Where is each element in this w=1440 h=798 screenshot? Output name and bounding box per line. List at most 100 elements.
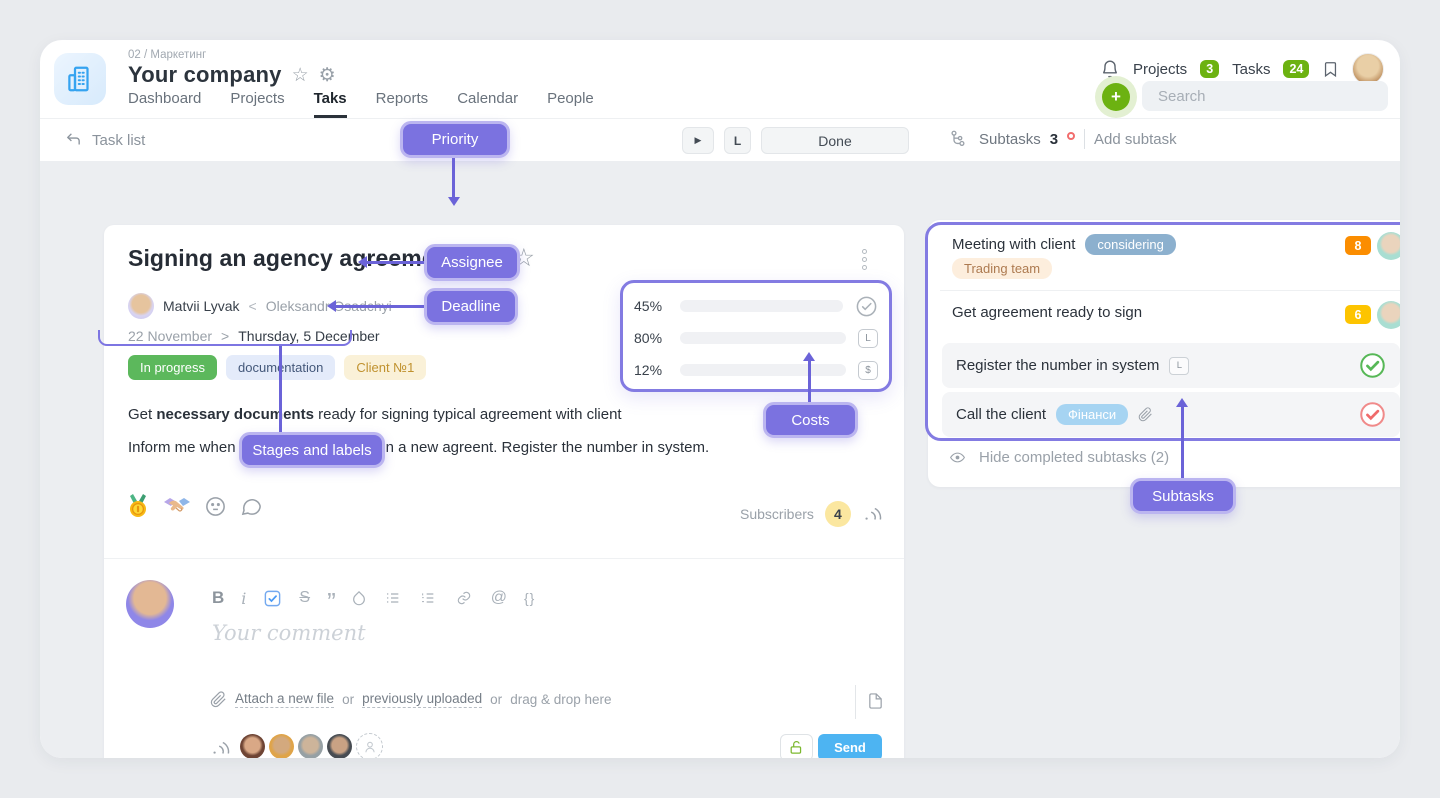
- add-new-button[interactable]: +: [1102, 83, 1130, 111]
- handshake-emoji-reaction[interactable]: [163, 495, 191, 517]
- format-toolbar: B i S ”: [212, 587, 535, 609]
- subtask-title[interactable]: Get agreement ready to sign: [952, 304, 1142, 321]
- subtask-title[interactable]: Meeting with client: [952, 236, 1075, 253]
- subtask-title[interactable]: Call the client: [956, 406, 1046, 423]
- quote-button[interactable]: ”: [327, 597, 334, 607]
- member-avatar[interactable]: [269, 734, 294, 758]
- previously-uploaded-link[interactable]: previously uploaded: [362, 691, 482, 708]
- file-icon[interactable]: [867, 691, 884, 711]
- subtask-avatar[interactable]: [1377, 232, 1400, 260]
- subscribers-label[interactable]: Subscribers: [740, 506, 814, 522]
- notify-sound-icon[interactable]: [862, 503, 884, 525]
- code-button[interactable]: {}: [524, 590, 535, 606]
- subtasks-label[interactable]: Subtasks: [979, 131, 1041, 148]
- medal-emoji-reaction[interactable]: [126, 493, 150, 519]
- member-avatar[interactable]: [298, 734, 323, 758]
- subtask-row-completed[interactable]: Register the number in system L: [942, 343, 1400, 388]
- nav-tasks[interactable]: Taks: [314, 90, 347, 118]
- member-avatar[interactable]: [327, 734, 352, 758]
- time-icon[interactable]: L: [1169, 357, 1189, 375]
- subtask-row-completed[interactable]: Call the client Фінанси: [942, 392, 1400, 437]
- projects-counter-label[interactable]: Projects: [1133, 61, 1187, 78]
- completed-check-icon[interactable]: [1359, 352, 1386, 379]
- assignee-name[interactable]: Matvii Lyvak: [163, 298, 240, 314]
- company-logo[interactable]: [54, 53, 106, 105]
- done-button[interactable]: Done: [761, 127, 909, 154]
- nav-calendar[interactable]: Calendar: [457, 90, 518, 118]
- member-avatar[interactable]: [240, 734, 265, 758]
- numbered-list-button[interactable]: [419, 590, 437, 606]
- send-button[interactable]: Send: [818, 734, 882, 758]
- add-reaction-smiley-icon[interactable]: [204, 495, 227, 518]
- search-input[interactable]: [1142, 81, 1388, 111]
- assignee-avatar[interactable]: [128, 293, 154, 319]
- progress-row: 12% $: [634, 354, 878, 386]
- comment-input[interactable]: Your comment: [212, 621, 366, 645]
- projects-count-badge[interactable]: 3: [1200, 60, 1219, 78]
- breadcrumb[interactable]: 02 / Маркетинг: [128, 49, 206, 61]
- privacy-lock-button[interactable]: [780, 734, 813, 758]
- status-tag[interactable]: In progress: [128, 355, 217, 380]
- back-arrow-icon[interactable]: [64, 131, 83, 148]
- link-button[interactable]: [454, 590, 474, 606]
- mention-button[interactable]: @: [491, 589, 507, 607]
- hide-completed-label[interactable]: Hide completed subtasks (2): [979, 449, 1169, 466]
- color-droplet-button[interactable]: [351, 589, 367, 607]
- commenter-avatar: [126, 580, 174, 628]
- money-icon[interactable]: $: [858, 361, 878, 380]
- comment-bubble-icon[interactable]: [240, 495, 263, 518]
- favorite-star-icon[interactable]: ☆: [292, 66, 309, 85]
- subtask-row[interactable]: Meeting with client considering: [952, 234, 1176, 255]
- task-description-line2: Inform me when are we planning to sign a…: [128, 439, 709, 456]
- notifications-bell-icon[interactable]: [1100, 59, 1120, 80]
- team-pill[interactable]: Trading team: [952, 258, 1052, 279]
- progress-track[interactable]: [680, 364, 846, 376]
- log-time-button[interactable]: L: [724, 127, 751, 154]
- progress-track[interactable]: [680, 332, 846, 344]
- subtasks-tree-icon: [948, 129, 970, 149]
- subtasks-panel: Meeting with client considering Trading …: [928, 220, 1400, 487]
- add-person-icon[interactable]: [356, 733, 383, 758]
- bullet-list-button[interactable]: [384, 590, 402, 606]
- bookmark-icon[interactable]: [1322, 59, 1339, 80]
- nav-projects[interactable]: Projects: [230, 90, 284, 118]
- callout-line: [279, 346, 282, 432]
- task-list-link[interactable]: Task list: [92, 132, 145, 149]
- settings-gear-icon[interactable]: ⚙: [319, 66, 336, 85]
- italic-button[interactable]: i: [241, 589, 246, 608]
- completed-check-rejected-icon[interactable]: [1359, 401, 1386, 428]
- bold-button[interactable]: B: [212, 588, 224, 608]
- nav-dashboard[interactable]: Dashboard: [128, 90, 201, 118]
- time-icon[interactable]: L: [858, 329, 878, 348]
- subtask-row[interactable]: Get agreement ready to sign: [952, 304, 1142, 321]
- finance-pill[interactable]: Фінанси: [1056, 404, 1128, 425]
- subscribers-count-badge[interactable]: 4: [825, 501, 851, 527]
- kebab-menu-icon[interactable]: [862, 249, 867, 270]
- start-timer-button[interactable]: ▶: [682, 127, 714, 154]
- callout-assignee: Assignee: [424, 244, 520, 281]
- paperclip-icon[interactable]: [1138, 407, 1153, 422]
- subtask-title[interactable]: Register the number in system: [956, 357, 1159, 374]
- tasks-counter-label[interactable]: Tasks: [1232, 61, 1270, 78]
- progress-row: 80% L: [634, 322, 878, 354]
- progress-track[interactable]: [680, 300, 843, 312]
- task-description-line1: Get necessary documents ready for signin…: [128, 406, 622, 423]
- status-pill[interactable]: considering: [1085, 234, 1176, 255]
- screenshot-stage: 02 / Маркетинг Your company ☆ ⚙ Dashboar…: [0, 0, 1440, 798]
- tasks-count-badge[interactable]: 24: [1283, 60, 1309, 78]
- priority-badge[interactable]: 8: [1345, 236, 1371, 255]
- nav-reports[interactable]: Reports: [376, 90, 429, 118]
- hide-completed-toggle[interactable]: Hide completed subtasks (2): [948, 449, 1169, 466]
- subtask-avatar[interactable]: [1377, 301, 1400, 329]
- add-subtask-button[interactable]: Add subtask: [1094, 131, 1177, 148]
- attach-file-link[interactable]: Attach a new file: [235, 691, 334, 708]
- notify-sound-icon[interactable]: [210, 737, 232, 758]
- done-check-icon[interactable]: [855, 295, 878, 318]
- or-text: or: [490, 692, 502, 707]
- strikethrough-button[interactable]: S: [299, 589, 310, 607]
- building-icon: [65, 64, 95, 94]
- priority-badge[interactable]: 6: [1345, 305, 1371, 324]
- checkbox-button[interactable]: [263, 589, 282, 608]
- client-tag[interactable]: Client №1: [344, 355, 426, 380]
- nav-people[interactable]: People: [547, 90, 594, 118]
